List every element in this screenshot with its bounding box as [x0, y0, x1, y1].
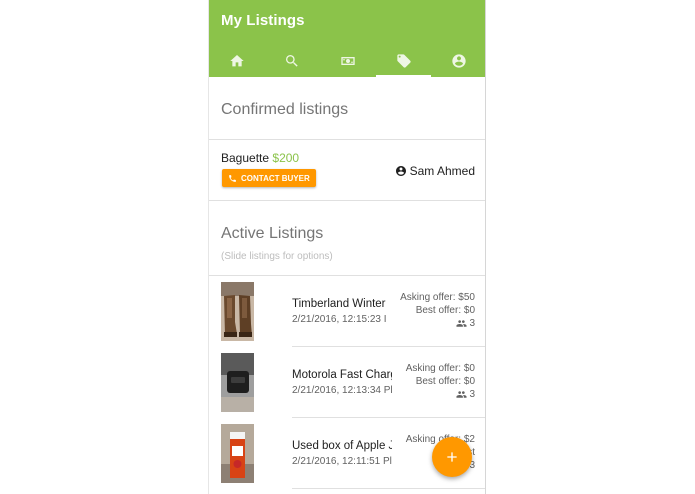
- buyer-count-value: 3: [469, 389, 475, 400]
- people-icon: [456, 391, 467, 398]
- account-circle-icon: [395, 166, 406, 176]
- tab-money[interactable]: [320, 44, 376, 77]
- active-listings-heading: Active Listings: [221, 225, 324, 242]
- listing-thumbnail: [221, 424, 254, 483]
- phone-screen: My Listings Confirmed listings Baguette …: [208, 0, 486, 494]
- buyer-count: 3: [400, 317, 475, 330]
- confirmed-listing-row: Baguette $200 CONTACT BUYER Sam Ahmed: [209, 140, 485, 200]
- home-icon: [230, 54, 244, 66]
- people-icon: [456, 320, 467, 327]
- divider: [209, 200, 485, 201]
- phone-icon: [229, 174, 236, 182]
- search-icon: [286, 54, 299, 67]
- tab-home[interactable]: [209, 44, 265, 77]
- contact-buyer-button[interactable]: CONTACT BUYER: [222, 169, 316, 187]
- listing-title: Timberland Winter: [292, 298, 386, 310]
- buyer-info: Sam Ahmed: [395, 164, 475, 178]
- contact-buyer-label: CONTACT BUYER: [241, 173, 310, 183]
- asking-offer: Asking offer: $0: [405, 363, 475, 374]
- listing-date: 2/21/2016, 12:13:34 Pl: [292, 385, 392, 396]
- slide-hint: (Slide listings for options): [221, 251, 333, 262]
- listing-offers: Asking offer: $0 Best offer: $0 3: [406, 362, 475, 401]
- listing-title: Used box of Apple J: [292, 440, 392, 452]
- tag-icon: [396, 53, 411, 68]
- tab-bar: [209, 44, 485, 77]
- money-icon: [341, 56, 355, 65]
- account-icon: [452, 53, 466, 68]
- listing-item[interactable]: Timberland Winter 2/21/2016, 12:15:23 I …: [209, 276, 485, 347]
- buyer-name: Sam Ahmed: [409, 164, 475, 178]
- plus-icon: [447, 452, 457, 462]
- divider: [292, 488, 485, 489]
- app-bar: My Listings: [209, 0, 485, 77]
- confirmed-item-label: Baguette $200: [221, 151, 299, 165]
- listing-date: 2/21/2016, 12:11:51 Pl: [292, 456, 392, 467]
- buyer-count: 3: [406, 388, 475, 401]
- best-offer: Best offer: $0: [415, 305, 475, 316]
- listing-thumbnail: [221, 353, 254, 412]
- listing-date: 2/21/2016, 12:15:23 I: [292, 314, 387, 325]
- listing-thumbnail: [221, 282, 254, 341]
- app-title: My Listings: [221, 12, 305, 29]
- listing-title: Motorola Fast Charg: [292, 369, 392, 381]
- tab-account[interactable]: [431, 44, 485, 77]
- confirmed-listings-heading: Confirmed listings: [221, 101, 349, 118]
- tab-search[interactable]: [265, 44, 321, 77]
- asking-offer: Asking offer: $50: [400, 292, 475, 303]
- add-listing-button[interactable]: [432, 437, 472, 477]
- confirmed-item-price: $200: [272, 151, 300, 165]
- listing-offers: Asking offer: $50 Best offer: $0 3: [400, 291, 475, 330]
- confirmed-item-name: Baguette: [221, 151, 270, 165]
- buyer-count-value: 3: [469, 318, 475, 329]
- listing-item[interactable]: Motorola Fast Charg 2/21/2016, 12:13:34 …: [209, 347, 485, 418]
- tab-my-listings[interactable]: [375, 44, 432, 77]
- best-offer: Best offer: $0: [415, 376, 475, 387]
